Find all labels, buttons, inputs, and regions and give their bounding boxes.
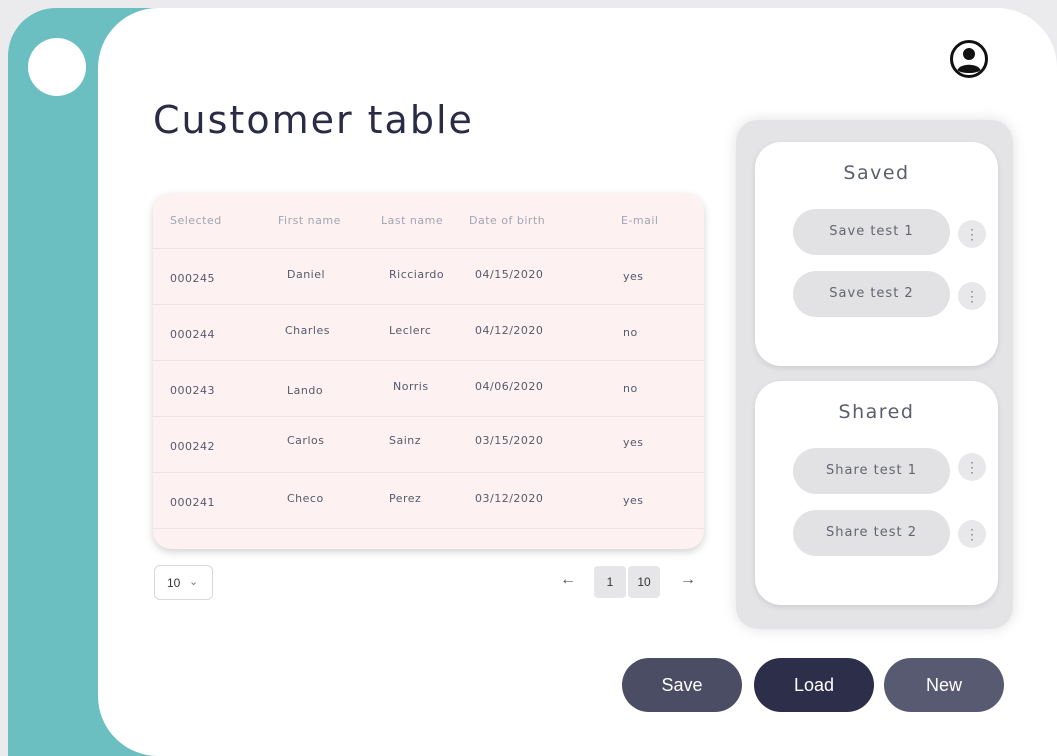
cell-first-name: Carlos [287,434,325,447]
sidebar-logo[interactable] [28,38,86,96]
cell-date-of-birth: 04/06/2020 [475,380,544,393]
col-header-first-name[interactable]: First name [278,214,341,227]
cell-first-name: Daniel [287,268,326,281]
table-header: Selected First name Last name Date of bi… [153,193,704,249]
save-button[interactable]: Save [622,658,742,712]
cell-email: no [623,326,638,339]
more-options-icon[interactable]: ⋮ [958,220,986,248]
load-button[interactable]: Load [754,658,874,712]
more-options-icon[interactable]: ⋮ [958,453,986,481]
cell-email: yes [623,436,644,449]
cell-last-name: Ricciardo [389,268,445,281]
prev-page-arrow-icon[interactable]: ← [560,571,576,589]
cell-date-of-birth: 04/12/2020 [475,324,544,337]
table-row[interactable]: 000245 Daniel Ricciardo 04/15/2020 yes [153,248,704,304]
cell-first-name: Lando [287,384,324,397]
cell-selected: 000242 [170,440,215,453]
cell-selected: 000244 [170,328,215,341]
cell-selected: 000241 [170,496,215,509]
cell-selected: 000245 [170,272,215,285]
saved-title: Saved [843,162,910,184]
col-header-date-of-birth[interactable]: Date of birth [469,214,545,227]
table-row[interactable]: 000244 Charles Leclerc 04/12/2020 no [153,304,704,360]
saved-item-save-test-2[interactable]: Save test 2 [793,271,950,317]
cell-date-of-birth: 03/15/2020 [475,434,544,447]
cell-first-name: Charles [285,324,330,337]
table-row-empty [153,528,704,549]
page-size-value: 10 [167,576,181,590]
chevron-down-icon: ⌄ [189,576,199,588]
cell-last-name: Norris [393,380,429,393]
shared-title: Shared [838,401,915,423]
saved-item-save-test-1[interactable]: Save test 1 [793,209,950,255]
cell-email: yes [623,494,644,507]
col-header-selected[interactable]: Selected [170,214,222,227]
page-button-1[interactable]: 1 [594,566,626,598]
new-button[interactable]: New [884,658,1004,712]
cell-email: yes [623,270,644,283]
cell-date-of-birth: 04/15/2020 [475,268,544,281]
shared-item-share-test-1[interactable]: Share test 1 [793,448,950,494]
more-options-icon[interactable]: ⋮ [958,282,986,310]
cell-date-of-birth: 03/12/2020 [475,492,544,505]
page-button-10[interactable]: 10 [628,566,660,598]
page-title: Customer table [153,98,474,142]
table-row[interactable]: 000242 Carlos Sainz 03/15/2020 yes [153,416,704,472]
customer-table: Selected First name Last name Date of bi… [153,193,704,549]
user-avatar-icon[interactable] [949,39,989,79]
cell-email: no [623,382,638,395]
next-page-arrow-icon[interactable]: → [680,571,696,589]
table-row[interactable]: 000241 Checo Perez 03/12/2020 yes [153,472,704,528]
cell-first-name: Checo [287,492,324,505]
cell-last-name: Leclerc [389,324,432,337]
table-row[interactable]: 000243 Lando Norris 04/06/2020 no [153,360,704,416]
shared-item-share-test-2[interactable]: Share test 2 [793,510,950,556]
col-header-email[interactable]: E-mail [621,214,659,227]
cell-last-name: Perez [389,492,422,505]
more-options-icon[interactable]: ⋮ [958,520,986,548]
page-size-select[interactable]: 10 ⌄ [154,565,213,600]
cell-selected: 000243 [170,384,215,397]
cell-last-name: Sainz [389,434,422,447]
col-header-last-name[interactable]: Last name [381,214,443,227]
